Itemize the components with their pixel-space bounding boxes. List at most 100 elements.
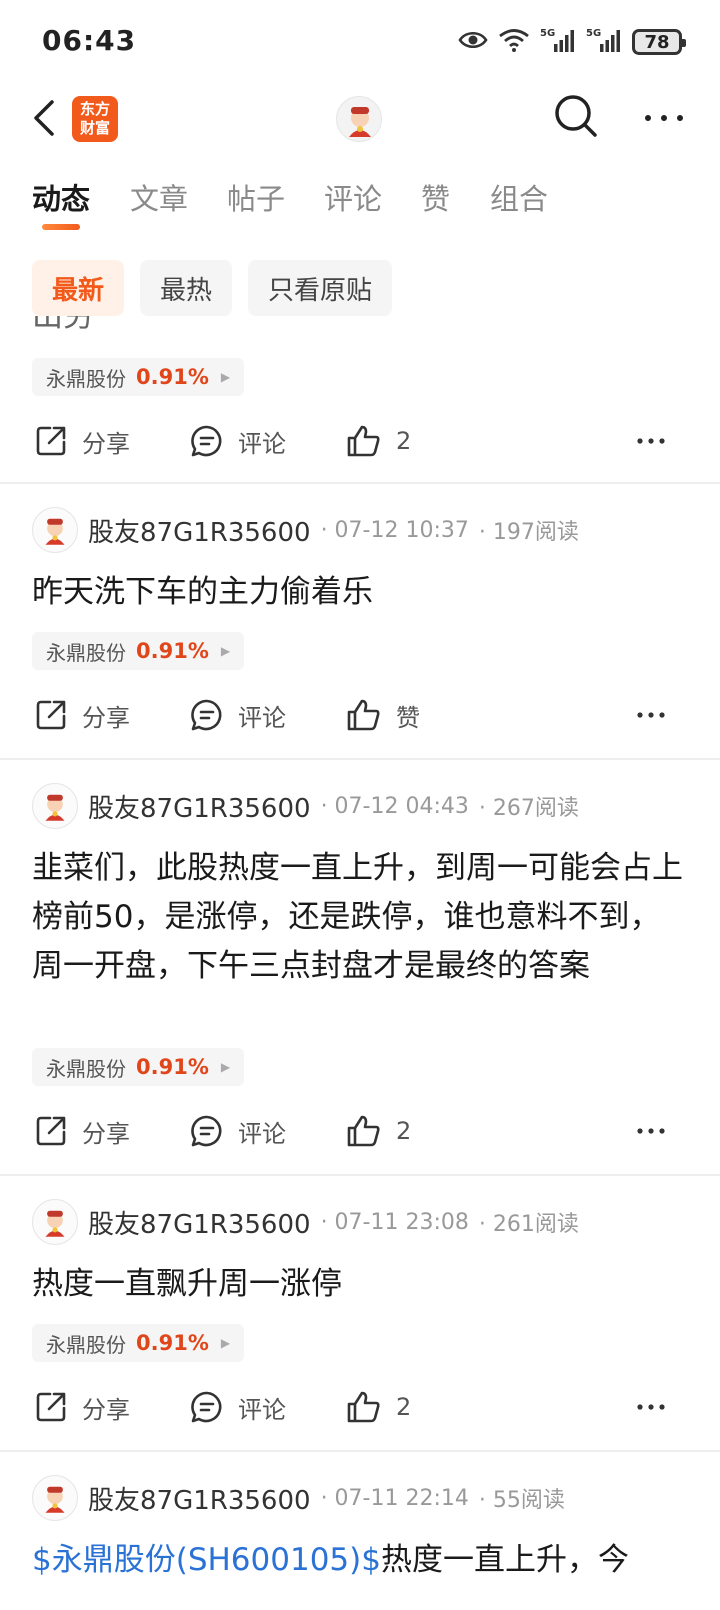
share-icon [36,1116,66,1146]
tab-articles[interactable]: 文章 [130,176,188,218]
post-author[interactable]: 股友87G1R35600 · 07-11 22:14 · 55阅读 [32,1474,565,1522]
post-time: · 07-12 04:43 [320,793,469,819]
comment-button[interactable]: 评论 [190,690,286,740]
post-author[interactable]: 股友87G1R35600 · 07-12 10:37 · 197阅读 [32,506,579,554]
like-count: 赞 [396,703,420,732]
post-reads: · 197阅读 [478,520,579,545]
profile-tabs: 动态 文章 帖子 评论 赞 组合 [0,176,720,232]
filter-hottest[interactable]: 最热 [140,260,233,316]
post-author[interactable]: 股友87G1R35600 · 07-11 23:08 · 261阅读 [32,1198,579,1246]
top-nav: 东方 财富 [0,84,720,154]
share-label: 分享 [82,1395,130,1424]
logo-line-1: 东方 [79,100,110,118]
share-icon [36,1392,66,1422]
share-label: 分享 [82,429,130,458]
search-icon [555,95,597,137]
more-icon [637,438,665,444]
post-content[interactable]: 韭菜们，此股热度一直上升，到周一可能会占上榜前50，是涨停，还是跌停，谁也意料不… [32,844,688,991]
comment-icon [191,699,222,731]
post-content[interactable]: 热度一直飘升周一涨停 [32,1260,688,1309]
author-name[interactable]: 股友87G1R35600 [88,1480,311,1517]
post-card[interactable]: 出労 永鼎股份 0.91% ▶ 分享 评论 2 [0,316,720,484]
more-icon [637,1404,665,1410]
stock-name: 永鼎股份 [46,366,126,391]
thumbs-up-icon [347,1391,380,1423]
post-more-button[interactable] [636,428,666,458]
svg-text:5G: 5G [586,28,601,39]
stock-tag[interactable]: 永鼎股份 0.91% ▶ [32,1324,245,1362]
like-button[interactable]: 2 [346,1106,411,1156]
triangle-right-icon: ▶ [220,1060,231,1074]
post-more-button[interactable] [636,1394,666,1424]
stock-tag[interactable]: 永鼎股份 0.91% ▶ [32,358,245,396]
author-name[interactable]: 股友87G1R35600 [88,1204,311,1241]
post-card[interactable]: 股友87G1R35600 · 07-11 23:08 · 261阅读 热度一直飘… [0,1176,720,1452]
share-button[interactable]: 分享 [34,690,130,740]
post-actions: 分享 评论 2 [0,1106,720,1156]
like-count: 2 [396,427,412,455]
post-content[interactable]: $永鼎股份(SH600105)$热度一直上升，今 [32,1536,688,1585]
like-button[interactable]: 2 [346,416,411,466]
fortune-god-icon [45,518,65,545]
share-button[interactable]: 分享 [34,1106,130,1156]
comment-icon [191,1115,222,1147]
author-name[interactable]: 股友87G1R35600 [88,788,311,825]
author-avatar[interactable] [32,507,78,553]
filter-original-only[interactable]: 只看原贴 [248,260,393,316]
more-options-button[interactable] [640,100,688,136]
post-card[interactable]: 股友87G1R35600 · 07-12 04:43 · 267阅读 韭菜们，此… [0,760,720,1176]
fortune-god-icon [45,1210,65,1237]
status-time: 06:43 [42,24,137,57]
post-more-button[interactable] [636,1118,666,1148]
comment-button[interactable]: 评论 [190,416,286,466]
author-avatar[interactable] [32,783,78,829]
tab-comments[interactable]: 评论 [324,176,382,218]
post-card[interactable]: 股友87G1R35600 · 07-11 22:14 · 55阅读 $永鼎股份(… [0,1452,720,1610]
signal-icon-1: 5G [540,26,576,58]
signal-icon-2: 5G [586,26,622,58]
tab-portfolios[interactable]: 组合 [490,176,548,218]
stock-tag[interactable]: 永鼎股份 0.91% ▶ [32,632,245,670]
author-name[interactable]: 股友87G1R35600 [88,512,311,549]
app-logo[interactable]: 东方 财富 [72,96,118,142]
post-reads: · 261阅读 [478,1212,579,1237]
svg-text:5G: 5G [540,28,555,39]
triangle-right-icon: ▶ [220,1336,231,1350]
tab-posts[interactable]: 帖子 [227,176,285,218]
comment-button[interactable]: 评论 [190,1382,286,1432]
back-button[interactable] [26,94,66,142]
stock-tag[interactable]: 永鼎股份 0.91% ▶ [32,1048,245,1086]
like-button[interactable]: 2 [346,1382,411,1432]
post-author[interactable]: 股友87G1R35600 · 07-12 04:43 · 267阅读 [32,782,579,830]
tab-dynamics[interactable]: 动态 [32,176,90,218]
triangle-right-icon: ▶ [220,370,231,384]
author-avatar[interactable] [32,1199,78,1245]
post-content[interactable]: 昨天洗下车的主力偷着乐 [32,568,688,617]
share-button[interactable]: 分享 [34,416,130,466]
post-actions: 分享 评论 赞 [0,690,720,740]
share-button[interactable]: 分享 [34,1382,130,1432]
thumbs-up-icon [347,425,380,457]
comment-icon [191,1391,222,1423]
stock-name: 永鼎股份 [46,1332,126,1357]
comment-label: 评论 [238,1395,286,1424]
wifi-icon [498,28,530,56]
comment-icon [191,425,222,457]
post-time: · 07-12 10:37 [320,517,469,543]
tab-likes[interactable]: 赞 [421,176,450,218]
profile-avatar[interactable] [336,96,382,142]
chevron-left-icon [34,100,54,136]
post-card[interactable]: 股友87G1R35600 · 07-12 10:37 · 197阅读 昨天洗下车… [0,484,720,760]
post-more-button[interactable] [636,702,666,732]
author-avatar[interactable] [32,1475,78,1521]
comment-button[interactable]: 评论 [190,1106,286,1156]
like-count: 2 [396,1393,412,1421]
post-content: 出労 [32,316,94,334]
thumbs-up-icon [347,699,380,731]
filter-latest[interactable]: 最新 [32,260,125,316]
like-button[interactable]: 赞 [346,690,420,740]
share-label: 分享 [82,703,130,732]
search-button[interactable] [552,92,600,140]
stock-link[interactable]: $永鼎股份(SH600105)$ [32,1542,381,1578]
stock-change: 0.91% [136,1055,209,1079]
